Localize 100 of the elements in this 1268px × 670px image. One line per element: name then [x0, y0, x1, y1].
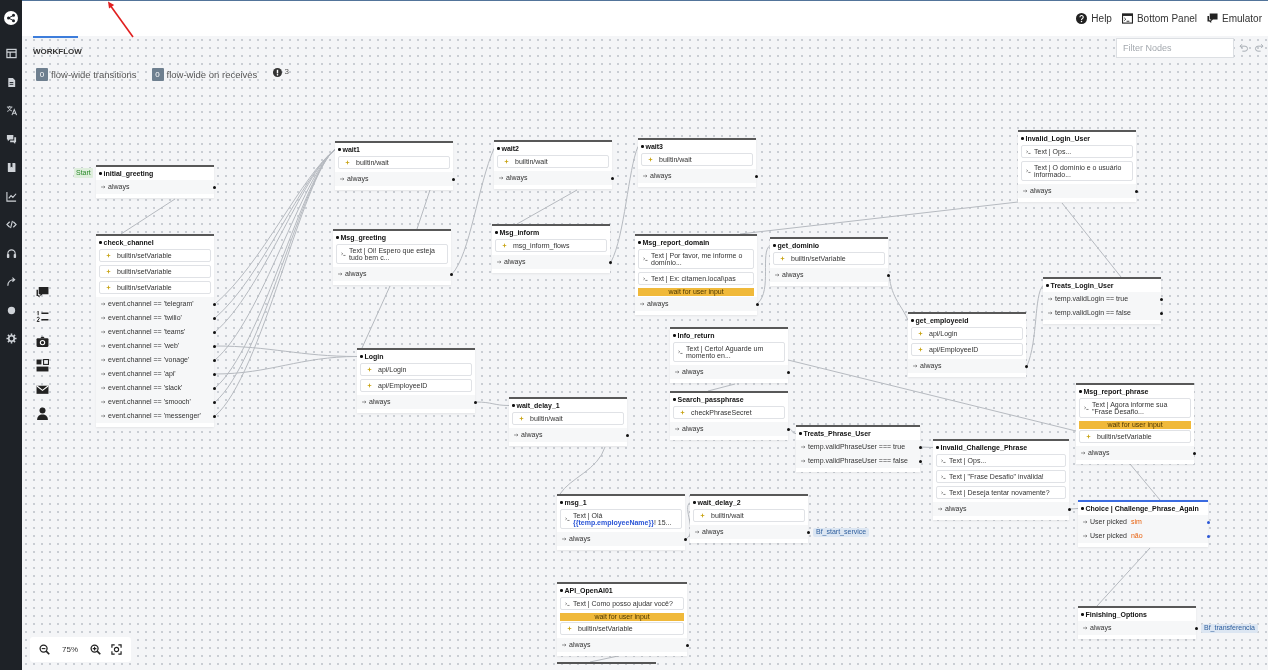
envelope-icon[interactable]	[36, 383, 49, 397]
bottom-panel-button[interactable]: Bottom Panel	[1121, 13, 1197, 24]
blocks-icon[interactable]	[36, 358, 49, 372]
sparkle-icon	[680, 410, 685, 415]
counter-label[interactable]: flow-wide transitions	[51, 69, 137, 80]
settings-icon[interactable]	[5, 333, 17, 344]
port-dot-icon[interactable]	[755, 302, 759, 306]
port-dot-icon[interactable]	[212, 358, 216, 362]
connection-line	[120, 198, 176, 235]
layout-icon[interactable]	[5, 48, 17, 59]
port-dot-icon[interactable]	[608, 260, 612, 264]
text-prompt-icon	[565, 517, 570, 521]
port-dot-icon[interactable]	[1159, 311, 1163, 315]
chat-bubbles-icon	[1207, 13, 1218, 24]
help-button[interactable]: Help	[1076, 13, 1112, 24]
port-dot-icon[interactable]	[495, 231, 498, 234]
port-dot-icon[interactable]	[799, 432, 802, 435]
port-dot-icon[interactable]	[1206, 520, 1210, 524]
port-dot-icon[interactable]	[610, 176, 614, 180]
numbered-list-icon[interactable]	[36, 310, 49, 324]
port-dot-icon[interactable]	[212, 316, 216, 320]
port-dot-icon[interactable]	[1079, 390, 1082, 393]
port-dot-icon[interactable]	[806, 530, 810, 534]
port-dot-icon[interactable]	[1134, 189, 1138, 193]
headset-icon[interactable]	[5, 247, 17, 259]
flow-node-card[interactable]	[96, 234, 214, 427]
port-dot-icon[interactable]	[886, 273, 890, 277]
filter-nodes-field[interactable]: Filter Nodes	[1116, 38, 1234, 58]
port-dot-icon[interactable]	[360, 355, 363, 358]
port-dot-icon[interactable]	[560, 501, 563, 504]
port-dot-icon[interactable]	[560, 589, 563, 592]
port-dot-icon[interactable]	[212, 414, 216, 418]
document-icon[interactable]	[5, 76, 17, 88]
emulator-button[interactable]: Emulator	[1207, 13, 1262, 24]
zoom-out-icon[interactable]	[39, 644, 50, 655]
port-dot-icon[interactable]	[773, 244, 776, 247]
port-dot-icon[interactable]	[512, 404, 515, 407]
text-prompt-icon	[1026, 169, 1031, 173]
port-dot-icon[interactable]	[936, 446, 939, 449]
port-dot-icon[interactable]	[918, 445, 922, 449]
port-dot-icon[interactable]	[683, 537, 687, 541]
text-prompt-icon	[643, 276, 648, 281]
circle-icon[interactable]	[5, 304, 17, 316]
port-dot-icon[interactable]	[918, 459, 922, 463]
chat-icon[interactable]	[5, 133, 17, 145]
code-icon[interactable]	[5, 219, 17, 230]
port-dot-icon[interactable]	[1024, 364, 1028, 368]
port-dot-icon[interactable]	[1081, 507, 1084, 510]
warning-icon[interactable]	[273, 68, 283, 77]
translate-icon[interactable]	[5, 105, 17, 116]
port-dot-icon[interactable]	[212, 330, 216, 334]
port-dot-icon[interactable]	[212, 302, 216, 306]
transition-arrow-icon	[101, 316, 106, 320]
port-dot-icon[interactable]	[336, 236, 339, 239]
port-dot-icon[interactable]	[449, 272, 453, 276]
transition-arrow-icon	[101, 386, 106, 390]
port-dot-icon[interactable]	[212, 386, 216, 390]
port-dot-icon[interactable]	[685, 643, 689, 647]
port-dot-icon[interactable]	[1046, 284, 1049, 287]
port-dot-icon[interactable]	[99, 241, 102, 244]
camera-icon[interactable]	[36, 334, 49, 348]
port-dot-icon[interactable]	[786, 427, 790, 431]
port-dot-icon[interactable]	[693, 501, 696, 504]
port-dot-icon[interactable]	[212, 372, 216, 376]
counter-label[interactable]: flow-wide on receives	[166, 69, 258, 80]
port-dot-icon[interactable]	[99, 172, 102, 175]
port-dot-icon[interactable]	[1067, 507, 1071, 511]
port-dot-icon[interactable]	[473, 400, 477, 404]
port-dot-icon[interactable]	[451, 177, 455, 181]
port-dot-icon[interactable]	[1021, 137, 1024, 140]
port-dot-icon[interactable]	[1192, 451, 1196, 455]
fit-screen-icon[interactable]	[111, 644, 122, 655]
transition-arrow-icon	[101, 302, 106, 306]
help-icon	[1076, 13, 1088, 24]
port-dot-icon[interactable]	[212, 400, 216, 404]
connection-line	[475, 401, 510, 406]
port-dot-icon[interactable]	[1194, 626, 1198, 630]
port-dot-icon[interactable]	[212, 185, 216, 189]
port-dot-icon[interactable]	[786, 370, 790, 374]
port-dot-icon[interactable]	[1159, 297, 1163, 301]
transition-arrow-icon	[514, 433, 519, 437]
port-dot-icon[interactable]	[754, 174, 758, 178]
zoom-in-icon[interactable]	[90, 644, 101, 655]
book-icon[interactable]	[5, 162, 17, 173]
port-dot-icon[interactable]	[638, 241, 641, 244]
port-dot-icon[interactable]	[338, 148, 341, 151]
port-dot-icon[interactable]	[1206, 534, 1210, 538]
person-icon[interactable]	[36, 407, 49, 421]
port-dot-icon[interactable]	[212, 344, 216, 348]
port-dot-icon[interactable]	[625, 433, 629, 437]
line-chart-icon[interactable]	[5, 190, 17, 202]
port-dot-icon[interactable]	[497, 147, 500, 150]
port-dot-icon[interactable]	[911, 319, 914, 322]
share-logo-icon[interactable]	[4, 11, 18, 25]
port-dot-icon[interactable]	[1081, 613, 1084, 616]
port-dot-icon[interactable]	[673, 334, 676, 337]
comment-icon[interactable]	[36, 286, 49, 299]
port-dot-icon[interactable]	[641, 145, 644, 148]
port-dot-icon[interactable]	[673, 398, 676, 401]
curved-arrow-icon[interactable]	[5, 276, 17, 287]
